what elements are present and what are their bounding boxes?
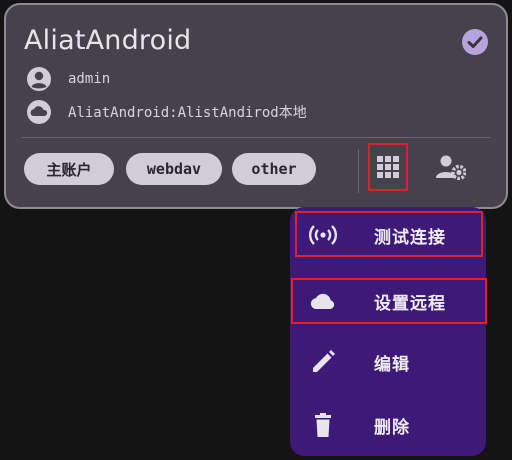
chip-other[interactable]: other xyxy=(232,153,316,185)
remote-text: AliatAndroid:AlistAndirod本地 xyxy=(68,105,307,121)
account-circle-icon xyxy=(27,67,51,91)
highlight-test-connection xyxy=(295,211,483,257)
menu-item-edit[interactable]: 编辑 xyxy=(290,338,486,386)
cloud-circle-icon xyxy=(27,100,51,124)
menu-item-delete[interactable]: 删除 xyxy=(290,401,486,449)
card-divider xyxy=(22,137,490,138)
vertical-divider xyxy=(358,149,359,193)
highlight-set-remote xyxy=(291,278,487,324)
menu-item-label: 删除 xyxy=(374,417,410,438)
username-text: admin xyxy=(68,71,111,87)
username-row: admin xyxy=(26,65,110,93)
pencil-icon xyxy=(313,350,335,372)
manage-account-icon[interactable] xyxy=(436,154,466,180)
trash-icon xyxy=(315,413,331,437)
check-circle-icon[interactable] xyxy=(462,29,488,55)
chip-webdav[interactable]: webdav xyxy=(126,153,222,185)
chip-main-account[interactable]: 主账户 xyxy=(24,153,114,185)
remote-row: AliatAndroid:AlistAndirod本地 xyxy=(26,98,307,126)
account-card[interactable]: AliatAndroid admin AliatAndroid:AlistAnd… xyxy=(4,3,508,209)
apps-grid-icon xyxy=(377,156,399,178)
more-menu-button[interactable] xyxy=(368,143,408,191)
menu-item-label: 编辑 xyxy=(374,354,410,375)
account-title: AliatAndroid xyxy=(24,25,192,56)
